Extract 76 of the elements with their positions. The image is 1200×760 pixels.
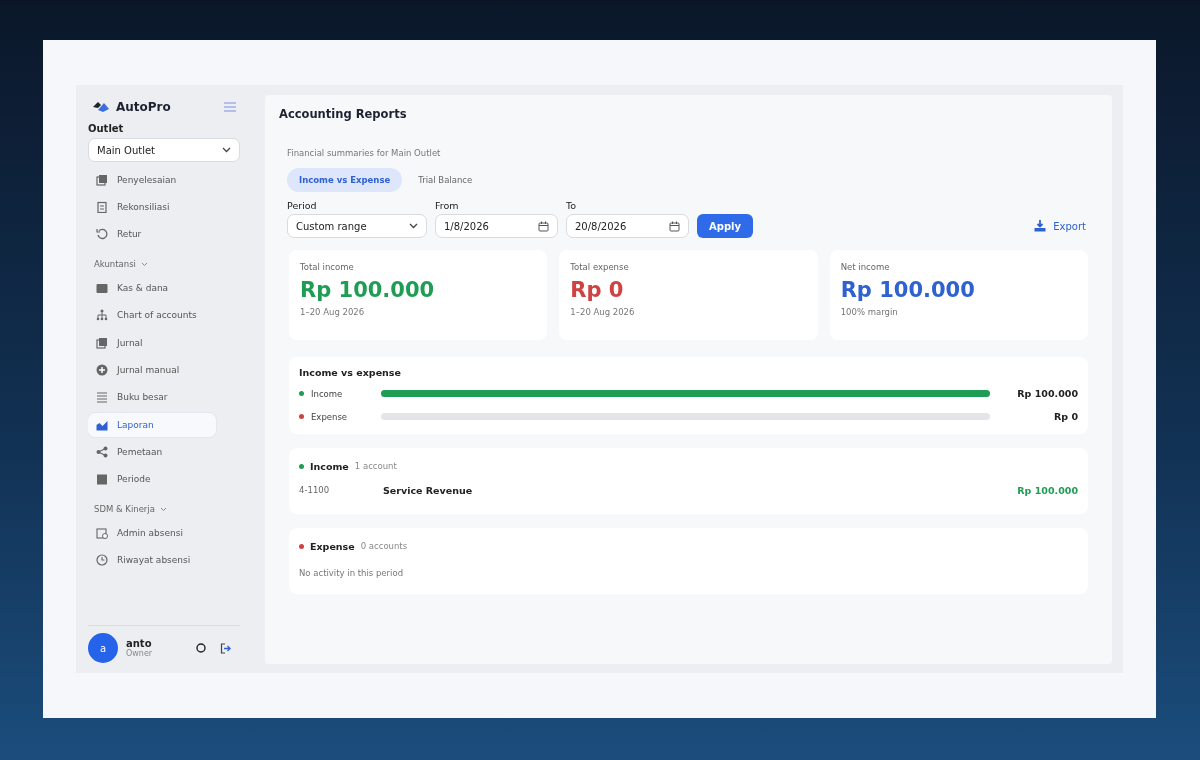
clock-icon [96, 554, 108, 567]
group-title: Expense [310, 540, 355, 552]
row-label: Expense [311, 411, 349, 422]
circle-icon[interactable] [196, 643, 206, 653]
account-count: 0 accounts [360, 541, 408, 551]
period-select[interactable]: Custom range [287, 214, 427, 238]
nav-item[interactable]: Laporan [88, 412, 216, 437]
group-title: Income [310, 460, 349, 472]
card-note: 1–20 Aug 2026 [570, 307, 636, 317]
account-amount: Rp 100.000 [1017, 484, 1078, 496]
outlet-select[interactable]: Main Outlet [88, 138, 240, 162]
chevron-icon [409, 223, 418, 229]
report-tab[interactable]: Income vs Expense [287, 168, 403, 192]
panel-title: Income vs expense [299, 367, 402, 378]
nav-item[interactable]: Kas & dana [88, 275, 216, 300]
report-tab[interactable]: Trial Balance [406, 168, 485, 192]
nav-item[interactable]: Retur [88, 222, 216, 247]
card-note: 1–20 Aug 2026 [300, 307, 366, 317]
chevron-icon [222, 147, 231, 153]
card-value: Rp 100.000 [840, 278, 976, 302]
chevron-icon [159, 506, 167, 512]
account-code: 4-1100 [299, 485, 331, 495]
logo-icon [92, 101, 110, 113]
nav-item[interactable]: Periode [88, 467, 216, 492]
card-label: Total expense [570, 262, 630, 272]
nav-item[interactable]: Rekonsiliasi [88, 195, 216, 220]
from-label: From [435, 200, 460, 211]
nav-item[interactable]: Penyelesaian [88, 167, 216, 192]
to-date-field[interactable]: 20/8/2026 [566, 214, 689, 238]
plus-icon [96, 363, 108, 376]
export-button[interactable]: Export [1028, 214, 1092, 238]
empty-message: No activity in this period [299, 568, 405, 578]
nav-item[interactable]: Pemetaan [88, 440, 216, 465]
calendar-icon [669, 220, 680, 232]
chevron-icon [140, 261, 148, 267]
page-title: Accounting Reports [279, 107, 408, 121]
page-subtitle: Financial summaries for Main Outlet [287, 148, 442, 158]
user-name: anto [126, 638, 153, 649]
account-count: 1 account [354, 461, 397, 471]
card-label: Net income [840, 262, 891, 272]
chart-icon [96, 418, 108, 431]
download-icon [1034, 220, 1047, 232]
card-label: Total income [300, 262, 355, 272]
brand-name: AutoPro [116, 100, 171, 114]
from-date-field[interactable]: 1/8/2026 [435, 214, 558, 238]
nav-item[interactable]: Chart of accounts [88, 303, 216, 328]
user-role: Owner [126, 649, 154, 658]
apply-button[interactable]: Apply [697, 214, 753, 238]
nav-item[interactable]: Riwayat absensi [88, 548, 216, 573]
share-icon [96, 446, 108, 459]
nav-section[interactable]: SDM & Kinerja [88, 499, 240, 520]
to-label: To [566, 200, 577, 211]
docs-icon [96, 173, 108, 186]
nav-item[interactable]: Jurnal manual [88, 357, 216, 382]
card-value: Rp 0 [570, 278, 625, 302]
nav-item[interactable]: Jurnal [88, 330, 216, 355]
logout-icon[interactable] [220, 642, 231, 654]
nav-section[interactable]: Akuntansi [88, 254, 240, 275]
calendar-icon [538, 220, 549, 232]
tree-icon [96, 309, 108, 322]
card-value: Rp 100.000 [300, 278, 436, 302]
card-note: 100% margin [840, 307, 899, 317]
row-amount: Rp 0 [1053, 411, 1078, 422]
undo-icon [96, 228, 108, 241]
clip-icon [96, 201, 108, 214]
row-label: Income [311, 388, 344, 399]
calcheck-icon [96, 526, 108, 539]
nav-item[interactable]: Buku besar [88, 385, 216, 410]
outlet-label: Outlet [88, 123, 125, 134]
nav-item[interactable]: Admin absensi [88, 520, 216, 545]
account-name: Service Revenue [383, 484, 473, 496]
user-avatar[interactable]: a [88, 633, 118, 663]
row-amount: Rp 100.000 [1017, 388, 1078, 399]
period-label: Period [287, 200, 318, 211]
list-icon [96, 391, 108, 404]
docs-icon [96, 336, 108, 349]
